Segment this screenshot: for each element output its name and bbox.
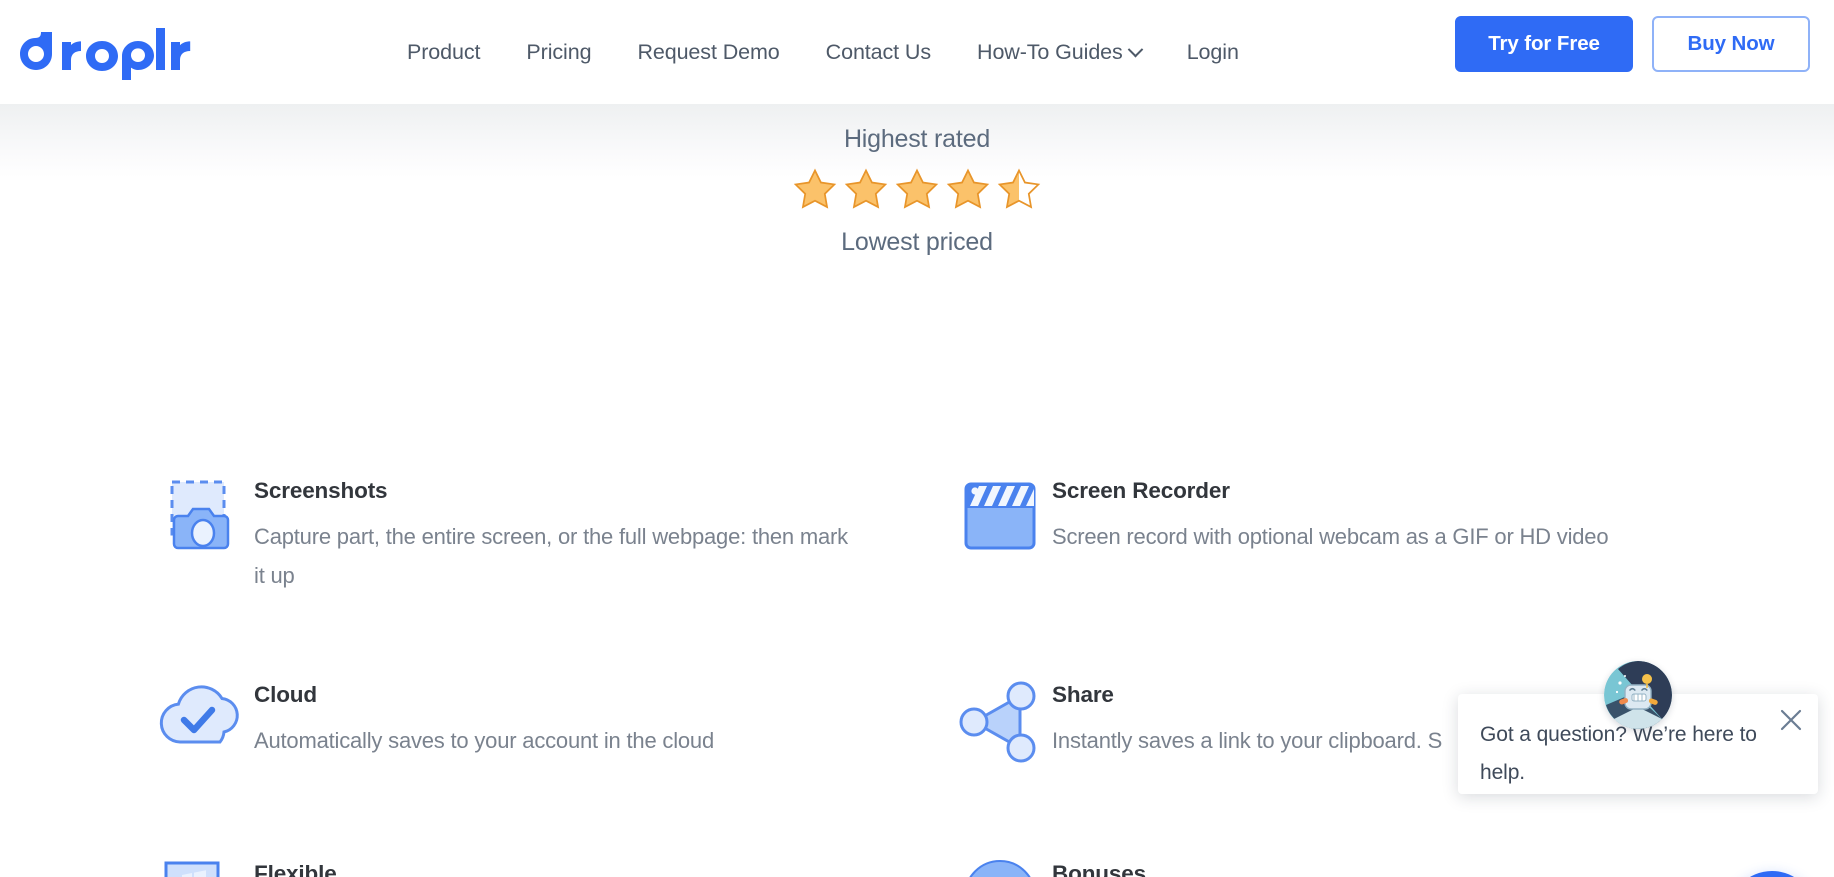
nav-link-label: Pricing: [526, 39, 592, 64]
feature-description: Automatically saves to your account in t…: [254, 728, 714, 753]
page-content: Highest rated Lowest priced Screenshots …: [0, 104, 1834, 877]
feature-text: Screenshots Capture part, the entire scr…: [254, 474, 854, 595]
nav-link-label: Product: [407, 39, 481, 64]
try-for-free-button[interactable]: Try for Free: [1455, 16, 1633, 72]
nav-link-label: Login: [1186, 39, 1239, 64]
feature-card-cloud: Cloud Automatically saves to your accoun…: [150, 678, 912, 774]
nav-link-pricing[interactable]: Pricing: [503, 40, 614, 65]
buy-now-label: Buy Now: [1687, 32, 1775, 55]
close-icon[interactable]: [1777, 706, 1805, 734]
feature-card-screen-recorder: Screen Recorder Screen record with optio…: [948, 474, 1710, 595]
nav-link-login[interactable]: Login: [1164, 40, 1262, 65]
feature-title: Screenshots: [254, 478, 388, 503]
rating-block: Highest rated Lowest priced: [0, 104, 1834, 261]
star-rating: [0, 164, 1834, 216]
buy-now-button[interactable]: Buy Now: [1652, 16, 1810, 72]
clapperboard-icon: [948, 474, 1052, 570]
features-grid: Screenshots Capture part, the entire scr…: [150, 474, 1710, 877]
star-icon: [893, 167, 941, 213]
droplr-logo[interactable]: [16, 21, 196, 83]
feature-title: Share: [1052, 682, 1114, 707]
feature-title: Screen Recorder: [1052, 478, 1230, 503]
feature-title: Bonuses: [1052, 861, 1146, 877]
chat-bot-avatar: [1604, 661, 1672, 729]
feature-title: Flexible: [254, 861, 337, 877]
chevron-down-icon: [1127, 41, 1143, 57]
nav-link-request-demo[interactable]: Request Demo: [614, 40, 802, 65]
feature-description: Screen record with optional webcam as a …: [1052, 524, 1609, 549]
nav-link-contact-us[interactable]: Contact Us: [803, 40, 954, 65]
devices-windows-apple-icon: [150, 857, 254, 877]
star-half-icon: [995, 167, 1043, 213]
star-icon: [944, 167, 992, 213]
feature-card-bonuses: Bonuses Upload files straight to your cl…: [948, 857, 1710, 877]
feature-text: Bonuses Upload files straight to your cl…: [1052, 857, 1672, 877]
feature-text: Cloud Automatically saves to your accoun…: [254, 678, 714, 760]
share-network-icon: [948, 678, 1052, 774]
feature-text: Flexible Available for Mac, Windows, and…: [254, 857, 732, 877]
top-navigation-bar: Product Pricing Request Demo Contact Us …: [0, 0, 1834, 104]
nav-link-how-to-guides[interactable]: How-To Guides: [954, 40, 1164, 65]
lowest-priced-text: Lowest priced: [841, 228, 993, 256]
chat-launcher-button[interactable]: [1728, 871, 1816, 877]
feature-description: Capture part, the entire screen, or the …: [254, 524, 848, 588]
plus-circle-icon: [948, 857, 1052, 877]
try-for-free-label: Try for Free: [1488, 32, 1600, 55]
feature-card-flexible: Flexible Available for Mac, Windows, and…: [150, 857, 912, 877]
feature-title: Cloud: [254, 682, 317, 707]
nav-link-label: Request Demo: [637, 39, 780, 64]
star-icon: [842, 167, 890, 213]
nav-link-label: Contact Us: [825, 39, 932, 64]
screenshot-camera-icon: [150, 474, 254, 570]
feature-card-screenshots: Screenshots Capture part, the entire scr…: [150, 474, 912, 595]
feature-text: Share Instantly saves a link to your cli…: [1052, 678, 1442, 760]
feature-text: Screen Recorder Screen record with optio…: [1052, 474, 1609, 556]
chat-prompt-message: Got a question? We’re here to help.: [1480, 723, 1757, 784]
feature-description: Instantly saves a link to your clipboard…: [1052, 728, 1443, 753]
nav-link-label: How-To Guides: [977, 39, 1123, 64]
highest-rated-text: Highest rated: [843, 125, 991, 153]
nav-actions: Try for Free Buy Now: [1455, 16, 1810, 72]
star-icon: [791, 167, 839, 213]
nav-link-product[interactable]: Product: [384, 40, 503, 65]
nav-links: Product Pricing Request Demo Contact Us …: [384, 40, 1262, 65]
cloud-check-icon: [150, 678, 254, 774]
